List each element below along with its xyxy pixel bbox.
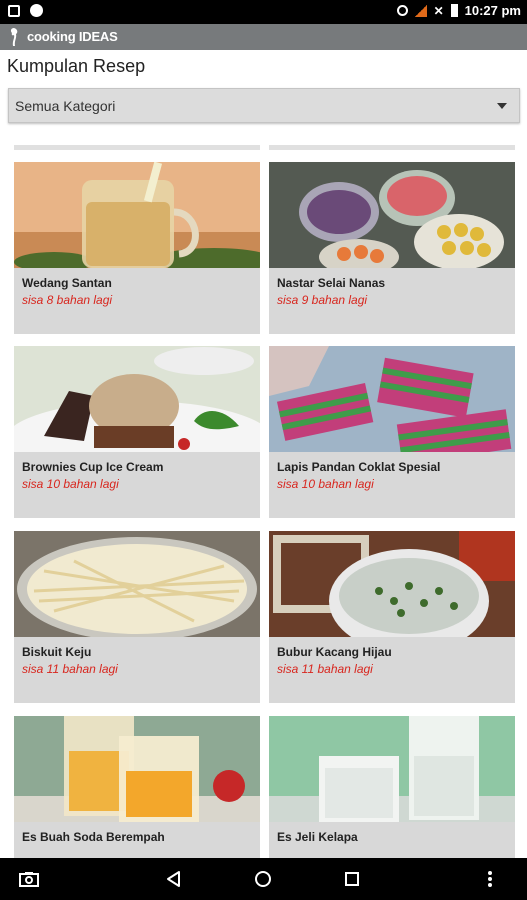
recipe-name: Lapis Pandan Coklat Spesial	[277, 460, 441, 474]
card-edge	[14, 145, 260, 150]
circle-notification-icon	[30, 4, 43, 17]
recipe-remaining: sisa 11 bahan lagi	[22, 662, 118, 676]
gallery-notification-icon	[8, 4, 20, 17]
home-button[interactable]	[248, 858, 278, 900]
recipe-card[interactable]: Bubur Kacang Hijau sisa 11 bahan lagi	[269, 531, 515, 703]
status-time: 10:27 pm	[464, 3, 521, 18]
app-bar: cooking IDEAS	[0, 24, 527, 50]
recipe-name: Wedang Santan	[22, 276, 112, 290]
home-circle-icon	[255, 871, 271, 887]
overflow-menu-button[interactable]	[478, 858, 502, 900]
chevron-down-icon	[497, 103, 507, 109]
mute-icon: ✕	[433, 3, 444, 18]
recipe-photo-es-jeli-kelapa	[269, 716, 515, 822]
recipe-remaining: sisa 11 bahan lagi	[277, 662, 373, 676]
recipe-card[interactable]: Biskuit Keju sisa 11 bahan lagi	[14, 531, 260, 703]
signal-icon	[414, 4, 427, 17]
category-dropdown[interactable]: Semua Kategori	[8, 88, 520, 123]
recipe-name: Biskuit Keju	[22, 645, 92, 659]
navigation-bar	[0, 858, 527, 900]
recipe-photo-bubur-kacang-hijau	[269, 531, 515, 637]
recipe-name: Nastar Selai Nanas	[277, 276, 386, 290]
recipe-photo-lapis-pandan-coklat-spesial	[269, 346, 515, 452]
recipe-card[interactable]: Nastar Selai Nanas sisa 9 bahan lagi	[269, 162, 515, 334]
recipe-name: Bubur Kacang Hijau	[277, 645, 392, 659]
recipe-photo-nastar-selai-nanas	[269, 162, 515, 268]
recipe-remaining: sisa 9 bahan lagi	[277, 293, 368, 307]
recipe-name: Es Buah Soda Berempah	[22, 830, 165, 844]
camera-icon	[19, 872, 39, 887]
status-bar: ✕ 10:27 pm	[0, 0, 527, 24]
recipe-remaining: sisa 8 bahan lagi	[22, 293, 113, 307]
recipe-photo-brownies-cup-ice-cream	[14, 346, 260, 452]
recipe-name: Es Jeli Kelapa	[277, 830, 358, 844]
recipe-photo-wedang-santan	[14, 162, 260, 268]
recipe-name: Brownies Cup Ice Cream	[22, 460, 164, 474]
recipe-remaining: sisa 10 bahan lagi	[22, 477, 119, 491]
back-triangle-icon	[167, 871, 180, 887]
card-edge	[269, 145, 515, 150]
recents-square-icon	[345, 872, 359, 886]
recipe-photo-biskuit-keju	[14, 531, 260, 637]
page-title: Kumpulan Resep	[7, 56, 146, 76]
chef-logo-icon	[10, 28, 18, 46]
app-title: cooking IDEAS	[27, 29, 118, 44]
recipe-photo-es-buah-soda-berempah	[14, 716, 260, 822]
recipe-card[interactable]: Wedang Santan sisa 8 bahan lagi	[14, 162, 260, 334]
recipe-remaining: sisa 10 bahan lagi	[277, 477, 374, 491]
recipe-card[interactable]: Brownies Cup Ice Cream sisa 10 bahan lag…	[14, 346, 260, 518]
battery-icon	[450, 4, 458, 17]
recents-button[interactable]	[337, 858, 367, 900]
back-button[interactable]	[158, 858, 188, 900]
recipe-card[interactable]: Lapis Pandan Coklat Spesial sisa 10 baha…	[269, 346, 515, 518]
more-vertical-icon	[488, 871, 492, 887]
screenshot-button[interactable]	[14, 858, 44, 900]
category-selected-value: Semua Kategori	[15, 98, 116, 114]
alarm-icon	[396, 5, 408, 16]
